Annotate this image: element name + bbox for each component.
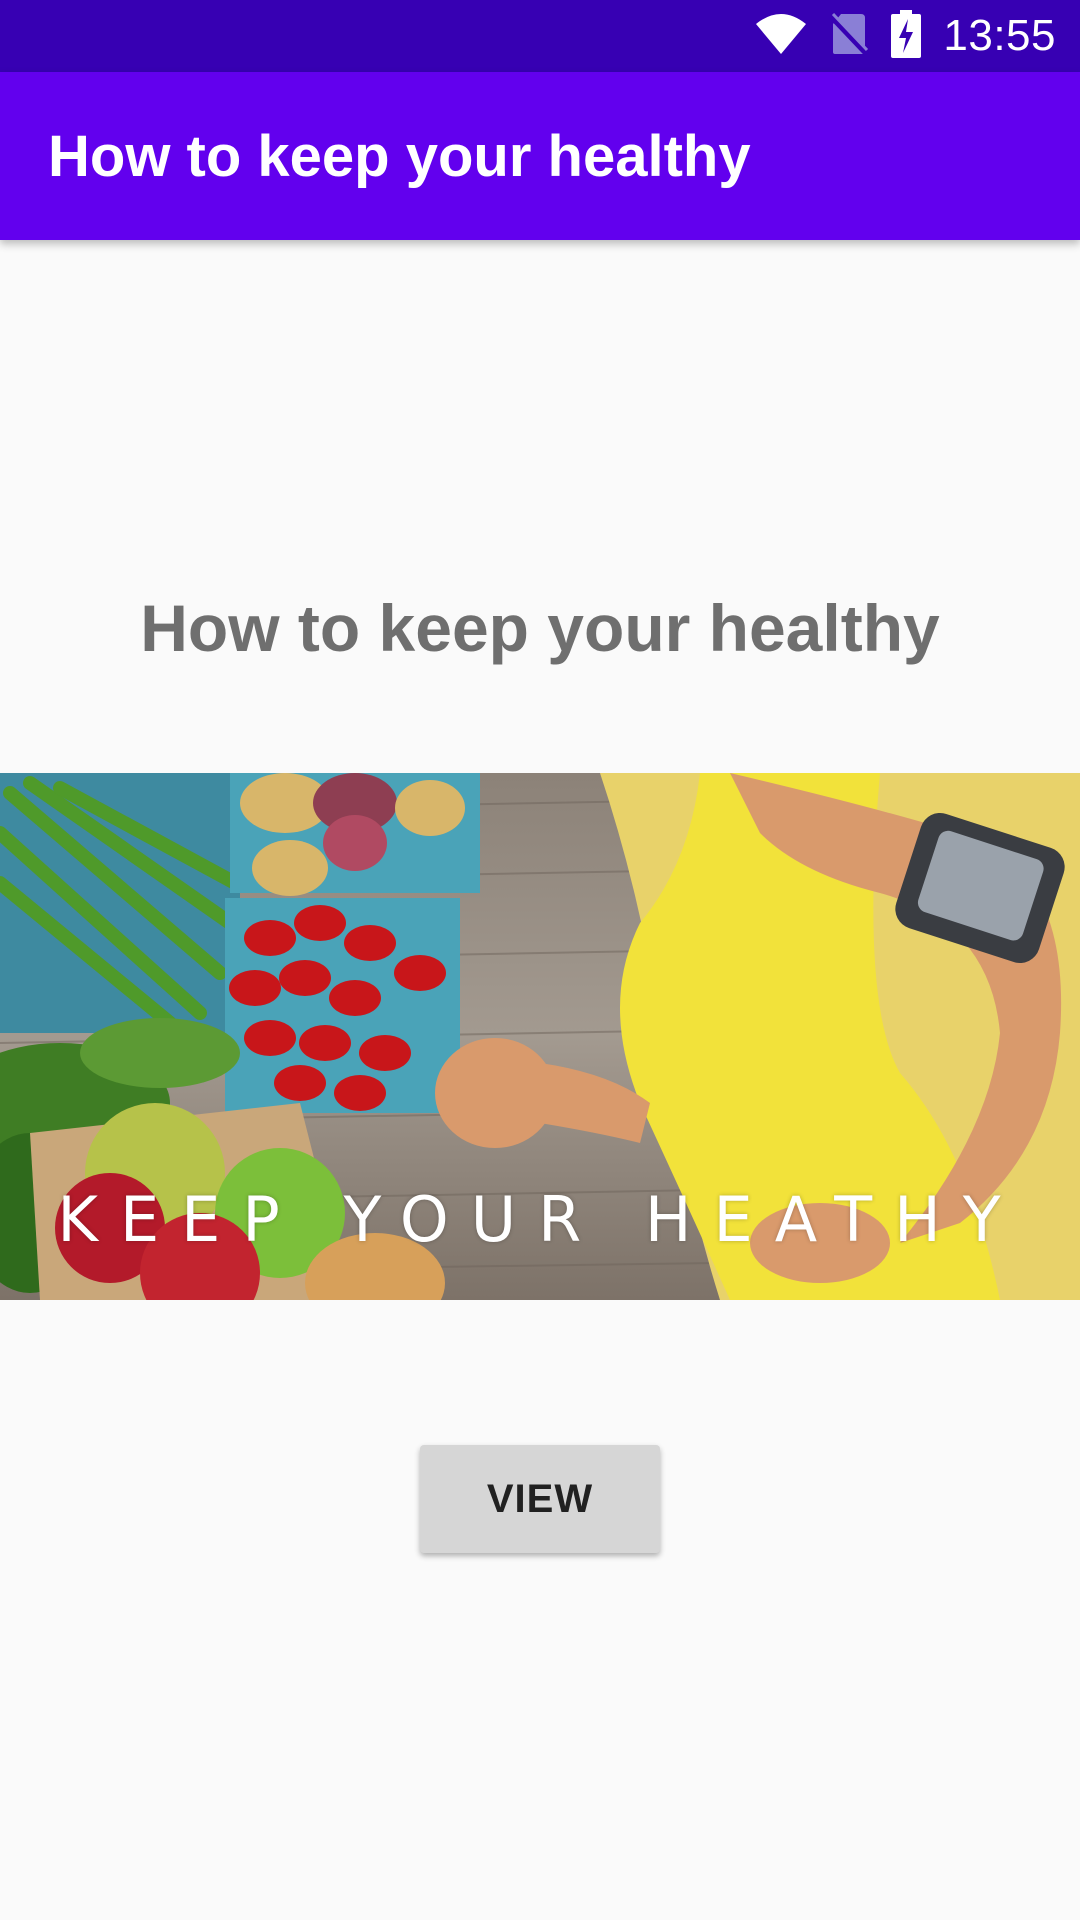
status-time: 13:55 xyxy=(943,11,1056,60)
wifi-icon xyxy=(755,12,807,61)
battery-charging-icon xyxy=(891,9,922,63)
hero-image: KEEP YOUR HEATHY xyxy=(0,773,1080,1300)
no-sim-icon xyxy=(829,12,870,61)
status-bar: 13:55 xyxy=(0,0,1080,72)
app-title: How to keep your healthy xyxy=(48,123,751,189)
view-button[interactable]: VIEW xyxy=(420,1445,660,1553)
page-heading: How to keep your healthy xyxy=(140,591,940,665)
status-icons: 13:55 xyxy=(755,0,1056,72)
hero-caption: KEEP YOUR HEATHY xyxy=(57,1183,1023,1256)
app-bar: How to keep your healthy xyxy=(0,72,1080,240)
